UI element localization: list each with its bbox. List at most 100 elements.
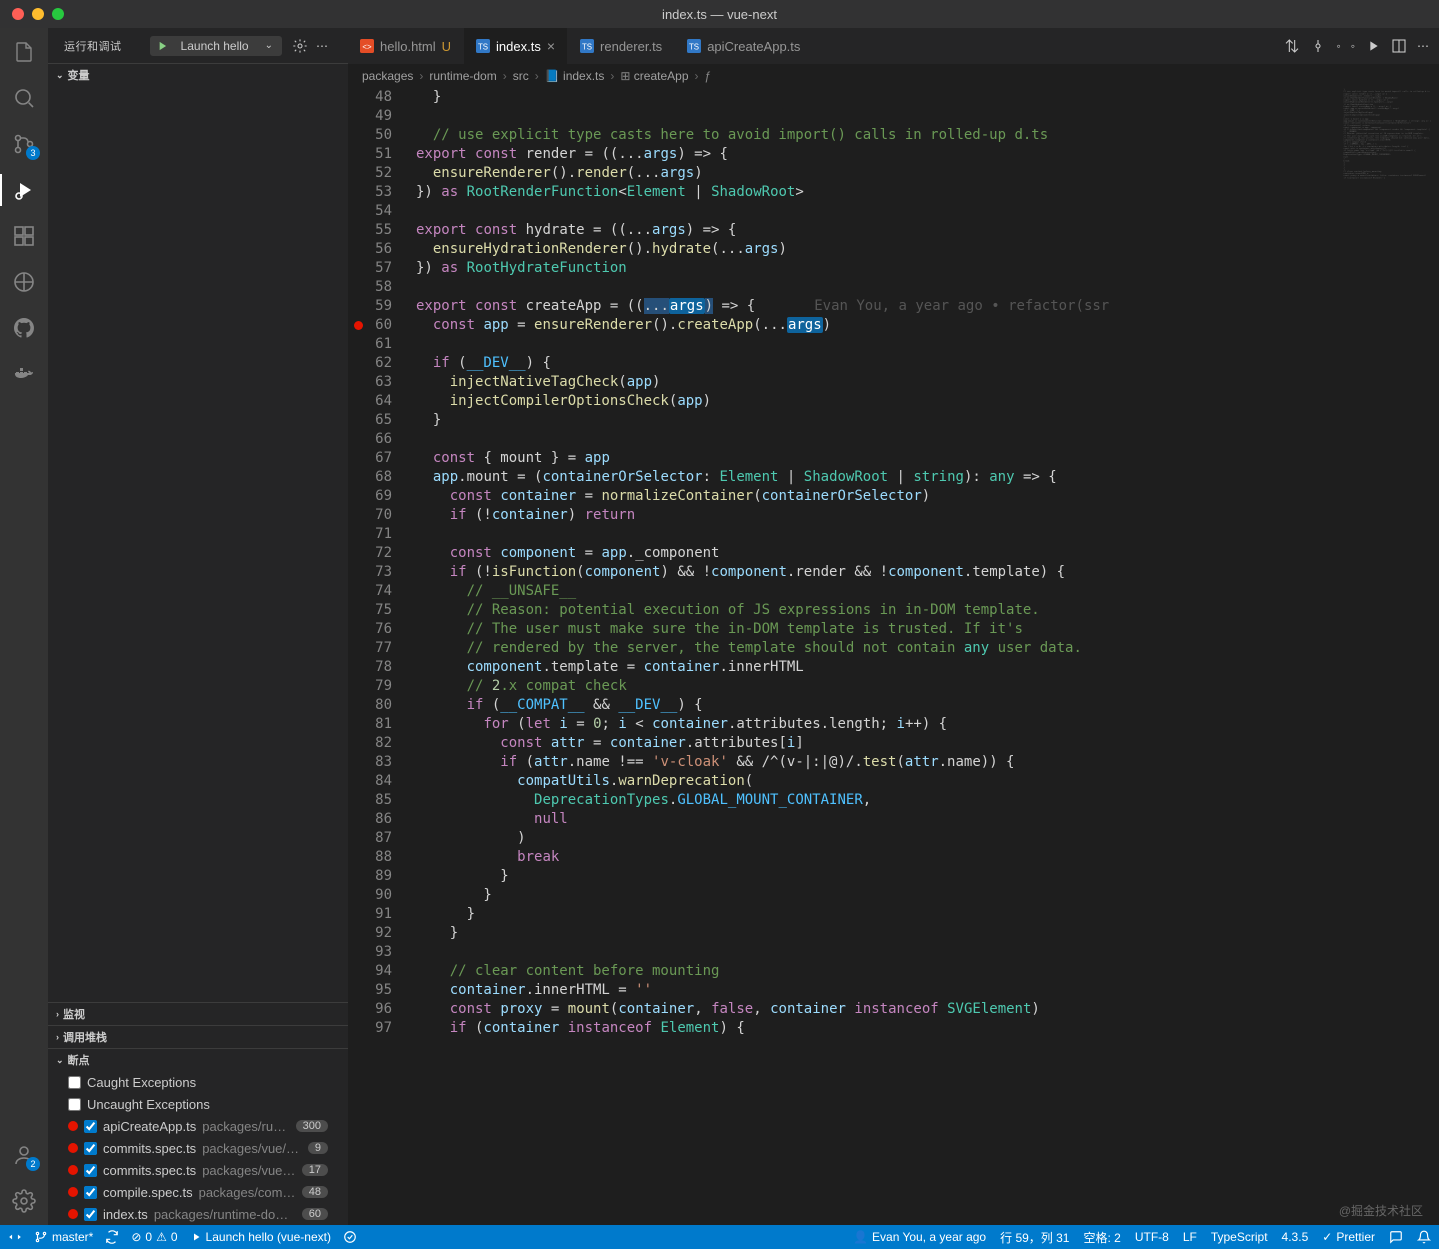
problems[interactable]: ⊘ 0 ⚠ 0 (131, 1230, 177, 1244)
close-window-button[interactable] (12, 8, 24, 20)
git-commit-icon[interactable] (1310, 38, 1326, 54)
breadcrumb-segment[interactable]: src (513, 69, 529, 83)
breakpoint-line-badge: 9 (308, 1142, 328, 1154)
git-blame-status[interactable]: 👤 Evan You, a year ago (853, 1230, 986, 1244)
html-file-icon: <> (360, 39, 374, 53)
caught-exceptions-checkbox[interactable] (68, 1076, 81, 1089)
remote-icon[interactable] (10, 268, 38, 296)
git-branch[interactable]: master* (34, 1230, 93, 1244)
breadcrumb-segment[interactable]: runtime-dom (429, 69, 496, 83)
code-editor[interactable]: 4849505152535455565758596061626364656667… (348, 88, 1439, 1225)
encoding[interactable]: UTF-8 (1135, 1230, 1169, 1244)
ts-file-icon: TS (476, 39, 490, 53)
run-debug-icon[interactable] (10, 176, 38, 204)
sidebar-title: 运行和调试 (64, 38, 150, 54)
svg-text:TS: TS (582, 43, 592, 52)
minimap[interactable]: } // use explicit type casts here to avo… (1343, 88, 1439, 1225)
language-mode[interactable]: TypeScript (1211, 1230, 1268, 1244)
diff-prev-icon[interactable]: ◦ (1336, 39, 1340, 53)
docker-icon[interactable] (10, 360, 38, 388)
statusbar: master* ⊘ 0 ⚠ 0 Launch hello (vue-next) … (0, 1225, 1439, 1249)
watch-section[interactable]: ›监视 (48, 1003, 348, 1025)
breadcrumb-segment[interactable]: ⊞ createApp (620, 69, 688, 83)
settings-gear-icon[interactable] (10, 1187, 38, 1215)
live-share-icon[interactable] (343, 1230, 357, 1244)
notifications-icon[interactable] (1417, 1230, 1431, 1244)
ts-file-icon: TS (580, 39, 594, 53)
breadcrumb-segment[interactable]: 📘 index.ts (545, 69, 605, 83)
chevron-down-icon[interactable]: ⌄ (261, 40, 277, 51)
breadcrumb-segment[interactable]: packages (362, 69, 413, 83)
breakpoint-row[interactable]: compile.spec.tspackages/compiler-core/__… (48, 1181, 348, 1203)
more-actions-icon[interactable]: ⋯ (1417, 39, 1429, 53)
indentation[interactable]: 空格: 2 (1083, 1229, 1120, 1246)
minimize-window-button[interactable] (32, 8, 44, 20)
cursor-position[interactable]: 行 59，列 31 (1000, 1229, 1069, 1246)
breakpoint-row[interactable]: apiCreateApp.tspackages/runtime-core/src… (48, 1115, 348, 1137)
close-tab-icon[interactable]: × (547, 38, 555, 54)
search-icon[interactable] (10, 84, 38, 112)
breadcrumb-segment[interactable]: ƒ (705, 69, 712, 83)
editor-tab[interactable]: TSapiCreateApp.ts (675, 28, 813, 64)
launch-settings-icon[interactable] (292, 38, 308, 54)
diff-next-icon[interactable]: ◦ (1351, 39, 1355, 53)
prettier-status[interactable]: ✓ Prettier (1322, 1230, 1375, 1244)
breakpoint-row[interactable]: commits.spec.tspackages/vue/examples/__t… (48, 1159, 348, 1181)
more-icon[interactable]: ⋯ (316, 39, 328, 53)
breadcrumb[interactable]: packages›runtime-dom›src›📘 index.ts›⊞ cr… (348, 64, 1439, 88)
split-editor-icon[interactable] (1391, 38, 1407, 54)
breakpoint-line-badge: 17 (302, 1164, 328, 1176)
breakpoints-section[interactable]: ⌄断点 (48, 1049, 348, 1071)
titlebar: index.ts — vue-next (0, 0, 1439, 28)
launch-config-name: Launch hello (175, 39, 255, 53)
variables-section[interactable]: ⌄变量 (48, 64, 348, 86)
ts-version[interactable]: 4.3.5 (1282, 1230, 1309, 1244)
callstack-section[interactable]: ›调用堆栈 (48, 1026, 348, 1048)
editor-tab[interactable]: <>hello.htmlU (348, 28, 464, 64)
zoom-window-button[interactable] (52, 8, 64, 20)
breakpoint-checkbox[interactable] (84, 1120, 97, 1133)
breakpoint-line-badge: 60 (302, 1208, 328, 1220)
start-debug-icon[interactable] (155, 39, 169, 53)
breakpoint-checkbox[interactable] (84, 1186, 97, 1199)
uncaught-exceptions-checkbox[interactable] (68, 1098, 81, 1111)
breakpoint-row[interactable]: commits.spec.tspackages/vue/examples/__t… (48, 1137, 348, 1159)
feedback-icon[interactable] (1389, 1230, 1403, 1244)
run-file-icon[interactable] (1365, 38, 1381, 54)
explorer-icon[interactable] (10, 38, 38, 66)
caught-exceptions-row[interactable]: Caught Exceptions (48, 1071, 348, 1093)
compare-icon[interactable] (1284, 38, 1300, 54)
eol[interactable]: LF (1183, 1230, 1197, 1244)
breakpoint-dot-icon (68, 1209, 78, 1219)
uncaught-exceptions-row[interactable]: Uncaught Exceptions (48, 1093, 348, 1115)
activity-bar: 3 2 (0, 28, 48, 1225)
sidebar: 运行和调试 Launch hello ⌄ ⋯ ⌄变量 ›监视 ›调用堆栈 ⌄断点… (48, 28, 348, 1225)
editor-tab[interactable]: TSindex.ts× (464, 28, 568, 64)
remote-status-icon[interactable] (8, 1230, 22, 1244)
debug-target[interactable]: Launch hello (vue-next) (190, 1230, 331, 1244)
breakpoint-dot-icon (68, 1165, 78, 1175)
svg-text:TS: TS (689, 43, 699, 52)
ts-file-icon: TS (687, 39, 701, 53)
breakpoint-row[interactable]: index.tspackages/runtime-dom/src60 (48, 1203, 348, 1225)
watermark: @掘金技术社区 (1339, 1202, 1423, 1219)
svg-text:<>: <> (362, 43, 372, 52)
breakpoint-checkbox[interactable] (84, 1164, 97, 1177)
breakpoint-checkbox[interactable] (84, 1142, 97, 1155)
launch-config-selector[interactable]: Launch hello ⌄ (150, 36, 282, 56)
github-icon[interactable] (10, 314, 38, 342)
source-control-icon[interactable]: 3 (10, 130, 38, 158)
editor-tab[interactable]: TSrenderer.ts (568, 28, 675, 64)
scm-badge: 3 (26, 146, 40, 160)
breakpoint-dot-icon (68, 1143, 78, 1153)
breakpoint-dot-icon (68, 1121, 78, 1131)
extensions-icon[interactable] (10, 222, 38, 250)
account-badge: 2 (26, 1157, 40, 1171)
sync-icon[interactable] (105, 1230, 119, 1244)
breakpoint-dot-icon (68, 1187, 78, 1197)
breakpoint-line-badge: 300 (296, 1120, 328, 1132)
breakpoint-checkbox[interactable] (84, 1208, 97, 1221)
breakpoint-line-badge: 48 (302, 1186, 328, 1198)
account-icon[interactable]: 2 (10, 1141, 38, 1169)
editor-tabs: <>hello.htmlUTSindex.ts×TSrenderer.tsTSa… (348, 28, 1439, 64)
